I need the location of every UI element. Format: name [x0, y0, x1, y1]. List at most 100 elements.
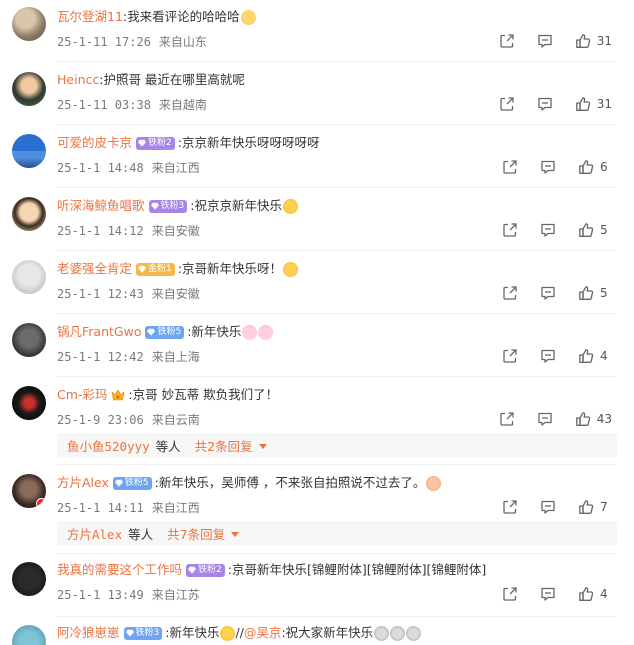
location: 来自安徽 [151, 287, 200, 301]
comment-actions: 4 [480, 586, 612, 602]
timestamp: 25-1-9 23:06 [57, 413, 144, 427]
location: 来自上海 [151, 350, 200, 364]
avatar[interactable] [12, 7, 46, 41]
comment-actions: 31 [477, 33, 612, 49]
username[interactable]: Cm-彩玛 [57, 387, 107, 403]
location: 来自山东 [158, 35, 207, 49]
comment-text: 护照哥 最近在哪里高就呢 [103, 72, 245, 87]
username[interactable]: 老婆强全肯定 [57, 261, 132, 277]
timestamp: 25-1-11 17:26 [57, 35, 151, 49]
share-icon[interactable] [499, 96, 515, 112]
gem-icon [115, 479, 123, 487]
like-count: 4 [600, 349, 608, 363]
comment-meta: 25-1-11 03:38 来自越南 [57, 96, 207, 113]
party-emoji-icon [282, 198, 298, 214]
thumbs-up-icon[interactable] [578, 159, 594, 175]
comment-icon[interactable] [540, 348, 556, 364]
chevron-down-icon[interactable] [231, 531, 240, 537]
thumbs-up-icon[interactable] [575, 96, 591, 112]
timestamp: 25-1-1 14:12 [57, 224, 144, 238]
avatar[interactable] [12, 562, 46, 596]
username[interactable]: 可爱的皮卡京 [57, 135, 132, 151]
comment-actions: 43 [477, 411, 612, 427]
avatar[interactable] [12, 260, 46, 294]
username[interactable]: 听深海鲸鱼唱歌 [57, 198, 145, 214]
like-count: 43 [596, 412, 612, 426]
repost-separator: // [235, 625, 244, 640]
reply-count-link[interactable]: 共7条回复 [167, 524, 225, 543]
comment-text: 京哥新年快乐呀！ [181, 261, 282, 276]
avatar[interactable] [12, 197, 46, 231]
comment-icon[interactable] [540, 222, 556, 238]
thumbs-up-icon[interactable] [575, 411, 591, 427]
username[interactable]: 锅凡FrantGwo [57, 324, 141, 340]
comment-icon[interactable] [537, 411, 553, 427]
gem-icon [138, 139, 146, 147]
username[interactable]: Heincc [57, 72, 99, 88]
thumbs-up-icon[interactable] [575, 33, 591, 49]
fan-badge: 铁粉3 [148, 199, 188, 213]
avatar[interactable] [12, 72, 46, 106]
share-icon[interactable] [502, 285, 518, 301]
username[interactable]: 方片Alex [57, 475, 109, 491]
comment-text: 祝京京新年快乐 [194, 198, 282, 213]
reply-count-link[interactable]: 共2条回复 [195, 436, 253, 455]
fireworks-emoji-icon [406, 625, 422, 641]
thumbs-up-icon[interactable] [578, 586, 594, 602]
share-icon[interactable] [502, 222, 518, 238]
fan-badge-label: 铁粉3 [160, 200, 185, 211]
comment-icon[interactable] [540, 285, 556, 301]
share-icon[interactable] [502, 499, 518, 515]
like-count: 6 [600, 160, 608, 174]
share-icon[interactable] [502, 159, 518, 175]
thumbs-up-icon[interactable] [578, 499, 594, 515]
thumbs-up-icon[interactable] [578, 222, 594, 238]
username[interactable]: 我真的需要这个工作吗 [57, 562, 182, 578]
avatar[interactable] [12, 474, 46, 508]
comment-icon[interactable] [537, 33, 553, 49]
fan-badge: 铁粉3 [123, 626, 163, 640]
username[interactable]: 阿冷狼崽崽 [57, 625, 120, 641]
divider [56, 616, 616, 617]
comment-icon[interactable] [540, 159, 556, 175]
chevron-down-icon[interactable] [258, 443, 267, 449]
cheers-emoji-icon [220, 625, 236, 641]
username[interactable]: 瓦尔登湖11 [57, 9, 123, 25]
comment-text: 京哥新年快乐[锦鲤附体][锦鲤附体][锦鲤附体] [231, 562, 487, 577]
fan-badge-label: 铁粉5 [124, 477, 149, 488]
thumbs-up-icon[interactable] [578, 285, 594, 301]
comment-text: 新年快乐 [191, 324, 242, 339]
avatar[interactable] [12, 386, 46, 420]
comment-text: 新年快乐，吴师傅 ，不来张自拍照说不过去了。 [158, 475, 426, 490]
timestamp: 25-1-1 13:49 [57, 588, 144, 602]
avatar[interactable] [12, 323, 46, 357]
comment-icon[interactable] [540, 499, 556, 515]
divider [56, 313, 616, 314]
comment-icon[interactable] [540, 586, 556, 602]
comment-icon[interactable] [537, 96, 553, 112]
repost-text: 祝大家新年快乐 [285, 625, 374, 640]
fan-badge-label: 铁粉5 [157, 326, 182, 337]
share-icon[interactable] [499, 411, 515, 427]
mention-link[interactable]: @吴京 [244, 625, 282, 641]
fan-badge-label: 铁粉2 [148, 137, 172, 148]
divider [56, 124, 616, 125]
share-icon[interactable] [499, 33, 515, 49]
fireworks-emoji-icon [390, 625, 406, 641]
gem-icon [138, 265, 146, 273]
reply-summary[interactable]: 鱼小鱼520yyy 等人 共2条回复 [57, 433, 617, 457]
reply-summary[interactable]: 方片Alex 等人 共7条回复 [57, 521, 617, 545]
avatar[interactable] [12, 625, 46, 645]
reply-username[interactable]: 鱼小鱼520yyy [67, 436, 150, 455]
verified-badge-icon [36, 498, 46, 508]
avatar[interactable] [12, 134, 46, 168]
share-icon[interactable] [502, 586, 518, 602]
divider [56, 187, 616, 188]
thumbs-up-icon[interactable] [578, 348, 594, 364]
fan-badge: 铁粉2 [186, 563, 225, 577]
reply-username[interactable]: 方片Alex [67, 524, 122, 543]
share-icon[interactable] [502, 348, 518, 364]
location: 来自安徽 [151, 224, 200, 238]
timestamp: 25-1-1 14:48 [57, 161, 144, 175]
comment-meta: 25-1-9 23:06 来自云南 [57, 411, 200, 428]
